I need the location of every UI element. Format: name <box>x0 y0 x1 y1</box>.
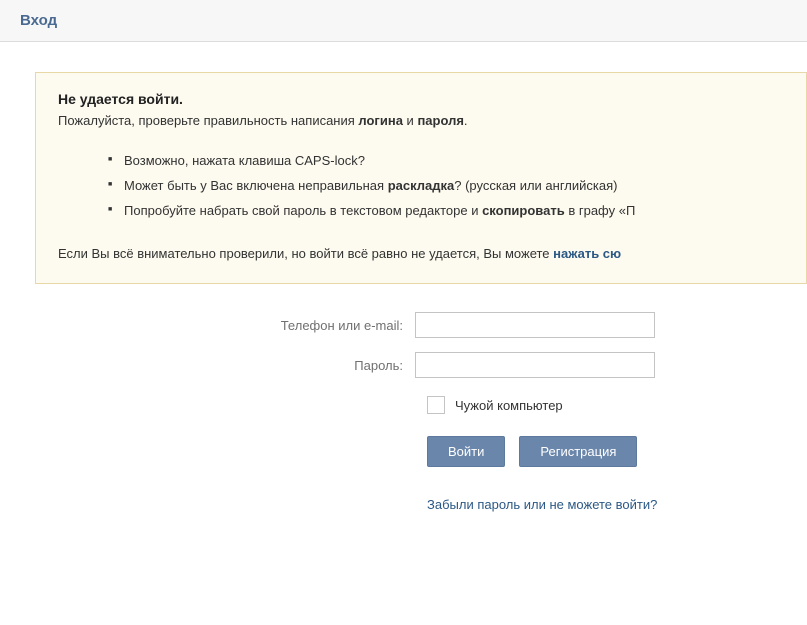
error-box: Не удается войти. Пожалуйста, проверьте … <box>35 72 807 284</box>
error-reset-link[interactable]: нажать сю <box>553 246 621 261</box>
login-form: Телефон или e-mail: Пароль: Чужой компью… <box>35 312 695 512</box>
error-check-text: Пожалуйста, проверьте правильность напис… <box>58 113 784 128</box>
error-item-capslock: Возможно, нажата клавиша CAPS-lock? <box>108 153 784 168</box>
error-item-copy: Попробуйте набрать свой пароль в текстов… <box>108 203 784 218</box>
error-list: Возможно, нажата клавиша CAPS-lock? Може… <box>108 153 784 218</box>
register-button[interactable]: Регистрация <box>519 436 637 467</box>
page-title: Вход <box>20 12 787 29</box>
error-title: Не удается войти. <box>58 91 784 107</box>
button-row: Войти Регистрация <box>427 436 695 467</box>
error-check-prefix: Пожалуйста, проверьте правильность напис… <box>58 113 358 128</box>
login-button[interactable]: Войти <box>427 436 505 467</box>
error-item-layout: Может быть у Вас включена неправильная р… <box>108 178 784 193</box>
password-field[interactable] <box>415 352 655 378</box>
error-check-suffix: . <box>464 113 468 128</box>
email-label: Телефон или e-mail: <box>35 318 415 333</box>
error-check-login: логина <box>358 113 403 128</box>
content: Не удается войти. Пожалуйста, проверьте … <box>0 42 807 512</box>
remember-row: Чужой компьютер <box>427 396 695 414</box>
error-check-mid: и <box>403 113 418 128</box>
forgot-row: Забыли пароль или не можете войти? <box>427 497 695 512</box>
email-field[interactable] <box>415 312 655 338</box>
password-label: Пароль: <box>35 358 415 373</box>
password-row: Пароль: <box>35 352 695 378</box>
error-footer: Если Вы всё внимательно проверили, но во… <box>58 246 784 261</box>
error-check-password: пароля <box>417 113 463 128</box>
header-bar: Вход <box>0 0 807 42</box>
email-row: Телефон или e-mail: <box>35 312 695 338</box>
forgot-password-link[interactable]: Забыли пароль или не можете войти? <box>427 497 657 512</box>
foreign-computer-label[interactable]: Чужой компьютер <box>455 398 563 413</box>
foreign-computer-checkbox[interactable] <box>427 396 445 414</box>
